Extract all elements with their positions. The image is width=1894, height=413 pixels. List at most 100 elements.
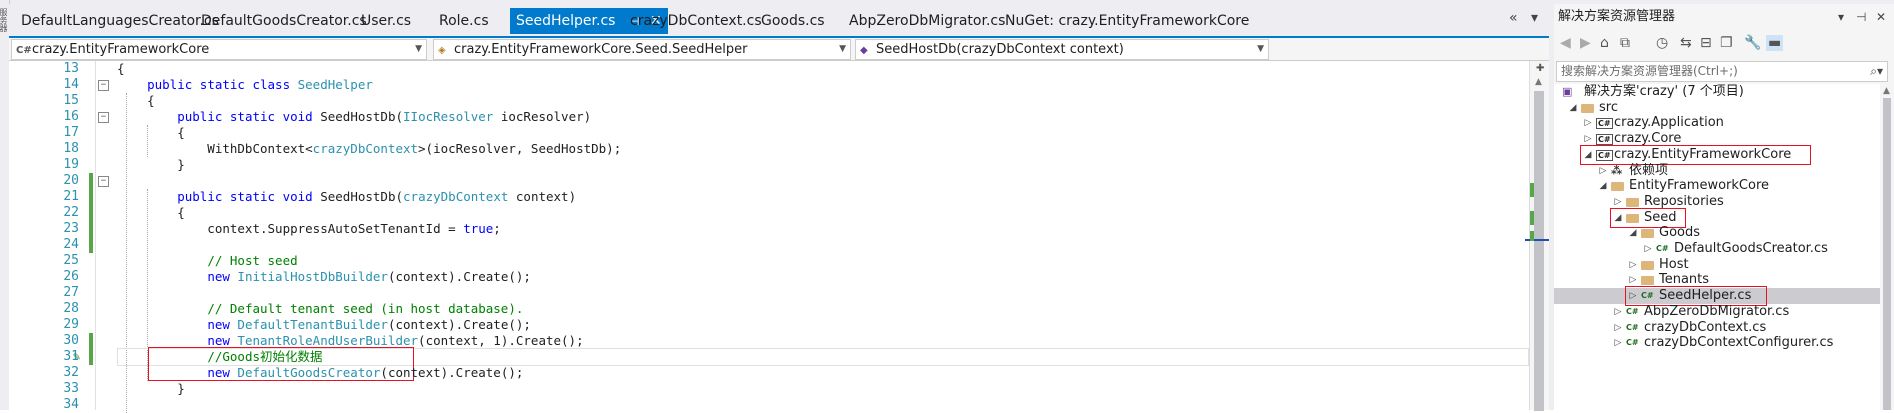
tab-goods[interactable]: Goods.cs	[755, 10, 831, 32]
line-number: 22	[63, 205, 79, 220]
line-number: 16	[63, 109, 79, 124]
expanded-arrow-icon[interactable]: ◢	[1597, 178, 1609, 194]
scroll-thumb[interactable]	[1534, 91, 1544, 411]
tree-node-label: crazyDbContext.cs	[1644, 320, 1767, 335]
folder-icon	[1641, 261, 1654, 270]
line-number: 34	[63, 397, 79, 412]
tree-node[interactable]: ◢ Seed	[1554, 210, 1880, 226]
line-number: 26	[63, 269, 79, 284]
back-icon[interactable]: ◀	[1560, 35, 1571, 51]
tab-overflow-icon[interactable]: «	[1509, 10, 1518, 26]
tab-default-goods-creator[interactable]: DefaultGoodsCreator.cs	[195, 10, 373, 32]
collapsed-arrow-icon[interactable]: ▷	[1627, 257, 1639, 273]
code-token: DefaultGoodsCreator	[237, 365, 381, 380]
scroll-thumb[interactable]	[1883, 98, 1891, 410]
code-token: SeedHostDb(	[320, 109, 404, 124]
tree-node[interactable]: ◢ Goods	[1554, 225, 1880, 241]
tree-node[interactable]: ▷ C# crazyDbContextConfigurer.cs	[1554, 335, 1880, 351]
collapsed-arrow-icon[interactable]: ▷	[1612, 304, 1624, 320]
code-token: >(iocResolver, SeedHostDb);	[418, 141, 622, 156]
tree-node[interactable]: ▷ ⁂ 依赖项	[1554, 163, 1880, 179]
expanded-arrow-icon[interactable]: ◢	[1627, 225, 1639, 241]
tab-user[interactable]: User.cs	[355, 10, 417, 32]
tree-node[interactable]: ▷ Host	[1554, 257, 1880, 273]
scroll-up-icon[interactable]: ▲	[1883, 86, 1890, 96]
tree-node[interactable]: ▷ C# AbpZeroDbMigrator.cs	[1554, 304, 1880, 320]
split-editor-icon[interactable]: ✚	[1536, 63, 1544, 74]
code-token: (context, 1).Create();	[418, 333, 584, 348]
pending-changes-filter-icon[interactable]: ◷	[1656, 35, 1668, 51]
solution-search-input[interactable]: 搜索解决方案资源管理器(Ctrl+;) ⌕▾	[1556, 61, 1888, 82]
code-text: public static void SeedHostDb(crazyDbCon…	[117, 189, 576, 205]
tree-node[interactable]: ▣ 解决方案'crazy' (7 个项目)	[1554, 84, 1880, 100]
code-token: {	[117, 205, 185, 220]
collapse-icon[interactable]: −	[98, 80, 109, 91]
close-panel-icon[interactable]: ✕	[1876, 4, 1886, 30]
sync-with-document-icon[interactable]: ⇆	[1680, 35, 1692, 51]
tab-nuget[interactable]: NuGet: crazy.EntityFrameworkCore	[999, 10, 1255, 32]
collapse-icon[interactable]: −	[98, 176, 109, 187]
code-text: new DefaultGoodsCreator(context).Create(…	[117, 365, 523, 381]
collapse-icon[interactable]: −	[98, 112, 109, 123]
folder-icon	[1626, 198, 1639, 207]
collapsed-arrow-icon[interactable]: ▷	[1642, 241, 1654, 257]
code-text: new DefaultTenantBuilder(context).Create…	[117, 317, 531, 333]
collapsed-arrow-icon[interactable]: ▷	[1612, 320, 1624, 336]
member-dropdown[interactable]: ◆ SeedHostDb(crazyDbContext context) ▼	[855, 39, 1269, 60]
tree-node[interactable]: ▷ C# DefaultGoodsCreator.cs	[1554, 241, 1880, 257]
collapsed-arrow-icon[interactable]: ▷	[1597, 163, 1609, 179]
line-number: 33	[63, 381, 79, 396]
editor-vertical-scrollbar[interactable]: ✚ ▲	[1525, 61, 1550, 411]
code-text: // Default tenant seed (in host database…	[117, 301, 523, 317]
project-dropdown[interactable]: C#crazy.EntityFrameworkCore ▼	[11, 39, 427, 60]
forward-icon[interactable]: ▶	[1580, 35, 1591, 51]
code-text: {	[117, 61, 125, 77]
code-token: new	[207, 317, 238, 332]
tree-node[interactable]: ◢ EntityFrameworkCore	[1554, 178, 1880, 194]
tab-menu-icon[interactable]: ▾	[1531, 10, 1538, 26]
code-token: new	[207, 269, 238, 284]
home-icon[interactable]: ⌂	[1600, 35, 1609, 51]
line-number: 28	[63, 301, 79, 316]
tree-node-label: src	[1599, 100, 1618, 115]
line-number: 19	[63, 157, 79, 172]
show-all-files-icon[interactable]: ❐	[1720, 35, 1733, 51]
preview-selected-icon[interactable]: ▬	[1766, 35, 1784, 51]
chevron-down-icon: ▼	[839, 44, 846, 54]
class-dropdown[interactable]: ◈ crazy.EntityFrameworkCore.Seed.SeedHelp…	[433, 39, 851, 60]
code-editor[interactable]: − − − ✎ 13{14 public static class SeedHe…	[9, 61, 1529, 413]
tree-node[interactable]: ▷ C# crazyDbContext.cs	[1554, 320, 1880, 336]
tree-node-label: EntityFrameworkCore	[1629, 178, 1770, 193]
expanded-arrow-icon[interactable]: ◢	[1567, 100, 1579, 116]
code-token: context.SuppressAutoSetTenantId =	[117, 221, 464, 236]
tree-vertical-scrollbar[interactable]: ▲	[1880, 84, 1894, 410]
code-text: WithDbContext<crazyDbContext>(iocResolve…	[117, 141, 621, 157]
code-token: (context).Create();	[387, 317, 531, 332]
tab-role[interactable]: Role.cs	[433, 10, 495, 32]
scroll-up-icon[interactable]: ▲	[1535, 77, 1542, 87]
caret-position-marker	[1525, 239, 1549, 241]
tab-crazy-db-context[interactable]: crazyDbContext.cs	[624, 10, 768, 32]
tree-node[interactable]: ▷ C# crazy.Application	[1554, 115, 1880, 131]
window-position-icon[interactable]: ▾	[1838, 4, 1844, 30]
auto-hide-pin-icon[interactable]: ⊣	[1856, 4, 1866, 30]
tree-node-label: 依赖项	[1629, 163, 1669, 178]
tab-abp-zero-db-migrator[interactable]: AbpZeroDbMigrator.cs	[843, 10, 1011, 32]
line-number: 31	[63, 349, 79, 364]
csharp-project-icon: C#	[1596, 118, 1613, 129]
folder-icon	[1641, 276, 1654, 285]
properties-wrench-icon[interactable]: 🔧	[1744, 35, 1761, 51]
tree-node[interactable]: ▷ Repositories	[1554, 194, 1880, 210]
switch-views-icon[interactable]: ⧉	[1620, 35, 1630, 51]
collapsed-arrow-icon[interactable]: ▷	[1612, 335, 1624, 351]
tree-node[interactable]: ◢ src	[1554, 100, 1880, 116]
tab-default-languages-creator[interactable]: DefaultLanguagesCreator.cs	[15, 10, 225, 32]
collapsed-arrow-icon[interactable]: ▷	[1582, 115, 1594, 131]
csharp-file-icon: C#	[1626, 323, 1639, 332]
line-number: 30	[63, 333, 79, 348]
collapse-all-icon[interactable]: ⊟	[1700, 35, 1712, 51]
